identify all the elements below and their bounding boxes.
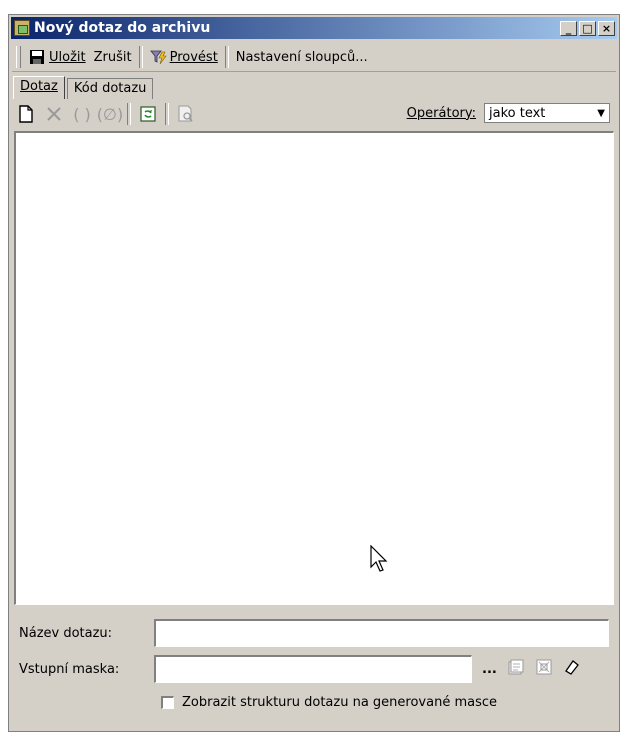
- show-structure-checkbox[interactable]: [161, 696, 174, 709]
- main-toolbar: Uložit Zrušit Provést Nastavení sloupců.…: [12, 43, 616, 72]
- mask-tools: ...: [482, 658, 581, 680]
- operators-selected: jako text: [489, 105, 546, 121]
- column-settings-button[interactable]: Nastavení sloupců...: [232, 46, 372, 68]
- new-document-icon[interactable]: [15, 103, 37, 125]
- cancel-label: Zrušit: [93, 49, 132, 65]
- properties-icon[interactable]: [507, 658, 525, 680]
- tab-strip: Dotaz Kód dotazu: [13, 75, 155, 99]
- refresh-icon[interactable]: [137, 103, 159, 125]
- toolbar-separator: [224, 46, 229, 68]
- preview-icon[interactable]: [175, 103, 197, 125]
- minimize-button[interactable]: _: [560, 20, 577, 36]
- input-mask-input[interactable]: [154, 655, 472, 683]
- query-window: Nový dotaz do archivu _ □ × Uložit Zruši…: [8, 14, 620, 732]
- operators-control: Operátory: jako text ▼: [407, 103, 610, 123]
- show-structure-label: Zobrazit strukturu dotazu na generované …: [182, 695, 498, 710]
- ellipsis-button[interactable]: ...: [482, 662, 497, 677]
- toolbar-grip[interactable]: [16, 46, 21, 68]
- parentheses-icon[interactable]: ( ): [71, 103, 93, 125]
- query-name-label: Název dotazu:: [19, 625, 113, 641]
- mask-icon[interactable]: [535, 658, 553, 680]
- operators-select[interactable]: jako text ▼: [484, 103, 610, 123]
- query-toolbar: ( ) (∅) Operátory: jako text ▼: [12, 100, 616, 128]
- toolbar-separator: [138, 46, 143, 68]
- maximize-button[interactable]: □: [579, 20, 596, 36]
- show-structure-row: Zobrazit strukturu dotazu na generované …: [161, 695, 497, 710]
- input-mask-label: Vstupní maska:: [19, 661, 120, 677]
- archive-app-icon: [14, 20, 30, 36]
- column-settings-label: Nastavení sloupců...: [235, 49, 368, 65]
- chevron-down-icon[interactable]: ▼: [597, 108, 605, 119]
- window-title: Nový dotaz do archivu: [34, 20, 211, 36]
- save-button[interactable]: Uložit: [25, 46, 90, 68]
- delete-x-icon[interactable]: [43, 103, 65, 125]
- cancel-button[interactable]: Zrušit: [90, 46, 136, 68]
- tab-query-code[interactable]: Kód dotazu: [66, 78, 154, 99]
- query-name-row: Název dotazu:: [19, 619, 609, 647]
- toolbar-separator: [127, 103, 131, 125]
- title-bar[interactable]: Nový dotaz do archivu _ □ ×: [11, 17, 617, 39]
- funnel-lightning-icon: [149, 49, 167, 65]
- input-mask-row: Vstupní maska: ...: [19, 655, 581, 683]
- operators-label: Operátory:: [406, 105, 476, 121]
- query-editor-area[interactable]: [14, 131, 614, 605]
- eraser-icon[interactable]: [563, 658, 581, 680]
- query-name-input[interactable]: [154, 619, 609, 647]
- floppy-disk-icon: [29, 49, 45, 65]
- crossed-parentheses-icon[interactable]: (∅): [97, 103, 123, 125]
- close-button[interactable]: ×: [598, 20, 615, 36]
- toolbar-separator: [165, 103, 169, 125]
- execute-label: Provést: [169, 49, 218, 65]
- execute-button[interactable]: Provést: [146, 46, 222, 68]
- tab-query[interactable]: Dotaz: [13, 76, 65, 99]
- mouse-pointer-icon: [370, 544, 390, 577]
- save-label: Uložit: [49, 49, 86, 65]
